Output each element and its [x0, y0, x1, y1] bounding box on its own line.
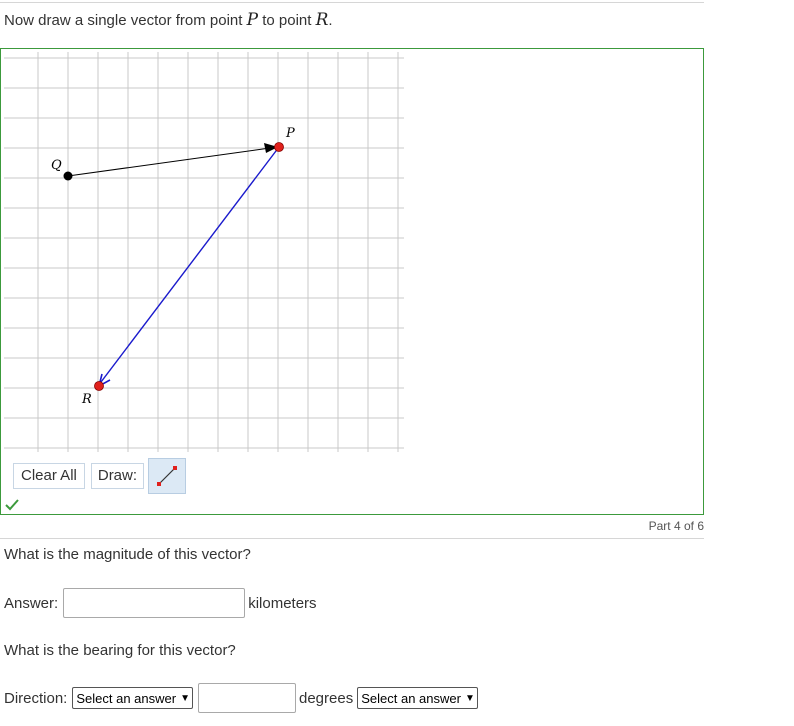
chevron-down-icon: ▼	[464, 692, 475, 704]
bearing-question: What is the bearing for this vector?	[4, 642, 236, 659]
top-divider	[0, 2, 704, 3]
vector-p-to-r[interactable]	[98, 146, 280, 387]
bearing-direction-select[interactable]: Select an answer ▼	[357, 687, 478, 709]
instruction-text: Now draw a single vector from point P to…	[4, 10, 333, 30]
correct-check-icon	[5, 499, 19, 511]
answer-label: Answer:	[4, 594, 59, 612]
clear-all-button[interactable]: Clear All	[13, 463, 85, 489]
vector-graph[interactable]: Q P R	[4, 52, 404, 452]
point-r[interactable]	[94, 381, 104, 391]
vector-tool-button[interactable]	[148, 458, 187, 494]
point-p[interactable]	[274, 142, 284, 152]
part-indicator: Part 4 of 6	[648, 519, 704, 533]
draw-toolbar: Clear All Draw:	[13, 457, 187, 495]
grid-lines	[4, 52, 404, 452]
magnitude-input[interactable]	[63, 588, 246, 618]
part-divider	[0, 538, 704, 539]
label-r: R	[81, 392, 92, 407]
magnitude-answer-row: Answer: kilometers	[4, 588, 317, 618]
degrees-label: degrees	[299, 689, 354, 707]
units-label: kilometers	[248, 594, 317, 612]
label-q: Q	[51, 158, 62, 173]
degrees-input[interactable]	[198, 683, 296, 713]
drawing-workspace: Q P R Clear All Draw:	[0, 48, 704, 515]
bearing-answer-row: Direction: Select an answer ▼ degrees Sel…	[4, 683, 478, 713]
chevron-down-icon: ▼	[180, 692, 190, 704]
magnitude-question: What is the magnitude of this vector?	[4, 546, 251, 563]
direction-label: Direction:	[4, 689, 68, 707]
vector-arrow-icon	[157, 466, 178, 486]
label-p: P	[285, 126, 295, 141]
draw-label: Draw:	[90, 463, 145, 489]
direction-select[interactable]: Select an answer ▼	[72, 687, 193, 709]
point-q[interactable]	[63, 171, 73, 181]
